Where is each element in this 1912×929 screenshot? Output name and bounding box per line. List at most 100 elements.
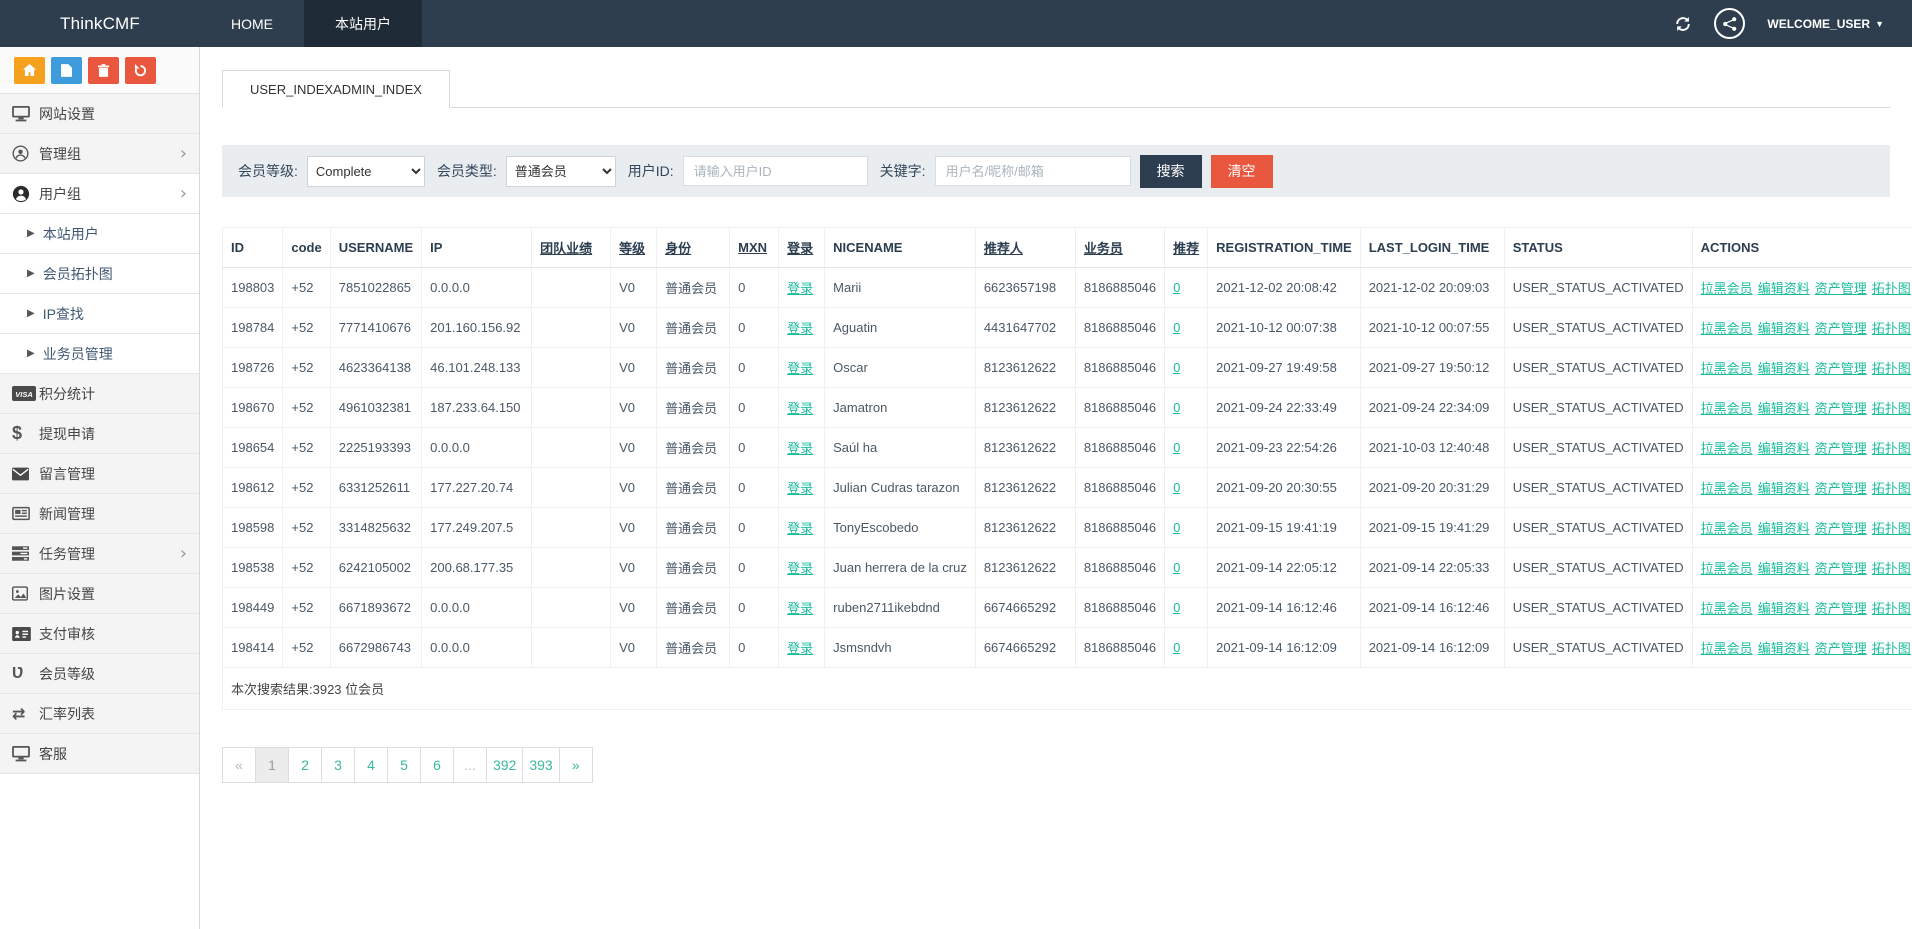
- asset-manage-link[interactable]: 资产管理: [1815, 521, 1867, 536]
- blacklist-member-link[interactable]: 拉黑会员: [1701, 601, 1753, 616]
- login-link[interactable]: 登录: [787, 601, 813, 616]
- file-button[interactable]: [51, 57, 82, 84]
- recommend-link[interactable]: 0: [1173, 280, 1180, 295]
- topology-link[interactable]: 拓扑图: [1872, 401, 1911, 416]
- asset-manage-link[interactable]: 资产管理: [1815, 441, 1867, 456]
- topology-link[interactable]: 拓扑图: [1872, 521, 1911, 536]
- topology-link[interactable]: 拓扑图: [1872, 441, 1911, 456]
- login-link[interactable]: 登录: [787, 401, 813, 416]
- sidebar-item[interactable]: 用户组›: [0, 174, 199, 214]
- topology-link[interactable]: 拓扑图: [1872, 481, 1911, 496]
- topology-link[interactable]: 拓扑图: [1872, 281, 1911, 296]
- column-header-推荐人[interactable]: 推荐人: [975, 228, 1075, 268]
- blacklist-member-link[interactable]: 拉黑会员: [1701, 521, 1753, 536]
- column-header-推荐[interactable]: 推荐: [1165, 228, 1208, 268]
- edit-profile-link[interactable]: 编辑资料: [1758, 601, 1810, 616]
- sidebar-item[interactable]: 管理组›: [0, 134, 199, 174]
- sidebar-item[interactable]: 网站设置: [0, 94, 199, 134]
- recommend-link[interactable]: 0: [1173, 360, 1180, 375]
- page-number[interactable]: 3: [321, 747, 355, 783]
- sidebar-item[interactable]: 任务管理›: [0, 534, 199, 574]
- sidebar-item[interactable]: 新闻管理: [0, 494, 199, 534]
- nav-item[interactable]: HOME: [200, 0, 304, 47]
- sidebar-item[interactable]: Ʋ会员等级: [0, 654, 199, 694]
- blacklist-member-link[interactable]: 拉黑会员: [1701, 321, 1753, 336]
- edit-profile-link[interactable]: 编辑资料: [1758, 481, 1810, 496]
- login-link[interactable]: 登录: [787, 321, 813, 336]
- sidebar-item[interactable]: 留言管理: [0, 454, 199, 494]
- edit-profile-link[interactable]: 编辑资料: [1758, 561, 1810, 576]
- sidebar-item[interactable]: 支付审核: [0, 614, 199, 654]
- login-link[interactable]: 登录: [787, 441, 813, 456]
- login-link[interactable]: 登录: [787, 641, 813, 656]
- edit-profile-link[interactable]: 编辑资料: [1758, 361, 1810, 376]
- page-next[interactable]: »: [559, 747, 593, 783]
- page-number[interactable]: 5: [387, 747, 421, 783]
- column-header-mxn[interactable]: MXN: [730, 228, 779, 268]
- home-button[interactable]: [14, 57, 45, 84]
- login-link[interactable]: 登录: [787, 481, 813, 496]
- edit-profile-link[interactable]: 编辑资料: [1758, 281, 1810, 296]
- edit-profile-link[interactable]: 编辑资料: [1758, 441, 1810, 456]
- topology-link[interactable]: 拓扑图: [1872, 601, 1911, 616]
- asset-manage-link[interactable]: 资产管理: [1815, 361, 1867, 376]
- edit-profile-link[interactable]: 编辑资料: [1758, 521, 1810, 536]
- login-link[interactable]: 登录: [787, 521, 813, 536]
- recommend-link[interactable]: 0: [1173, 640, 1180, 655]
- blacklist-member-link[interactable]: 拉黑会员: [1701, 641, 1753, 656]
- asset-manage-link[interactable]: 资产管理: [1815, 321, 1867, 336]
- blacklist-member-link[interactable]: 拉黑会员: [1701, 361, 1753, 376]
- user-avatar[interactable]: [1714, 8, 1745, 39]
- user-id-input[interactable]: [683, 156, 868, 186]
- recommend-link[interactable]: 0: [1173, 400, 1180, 415]
- page-number[interactable]: 4: [354, 747, 388, 783]
- asset-manage-link[interactable]: 资产管理: [1815, 561, 1867, 576]
- member-level-select[interactable]: Complete: [307, 156, 425, 187]
- sidebar-item[interactable]: ▶业务员管理: [0, 334, 199, 374]
- member-type-select[interactable]: 普通会员: [506, 156, 616, 187]
- tab-user-index[interactable]: USER_INDEXADMIN_INDEX: [222, 70, 450, 108]
- sidebar-item[interactable]: ▶会员拓扑图: [0, 254, 199, 294]
- recommend-link[interactable]: 0: [1173, 560, 1180, 575]
- sidebar-item[interactable]: ▶本站用户: [0, 214, 199, 254]
- sidebar-item[interactable]: VISA积分统计: [0, 374, 199, 414]
- recycle-button[interactable]: [125, 57, 156, 84]
- welcome-user-dropdown[interactable]: WELCOME_USER ▼: [1767, 17, 1884, 31]
- sidebar-item[interactable]: $提现申请: [0, 414, 199, 454]
- clear-button[interactable]: 清空: [1211, 155, 1273, 188]
- keyword-input[interactable]: [935, 156, 1131, 186]
- search-button[interactable]: 搜索: [1140, 155, 1202, 188]
- recommend-link[interactable]: 0: [1173, 480, 1180, 495]
- edit-profile-link[interactable]: 编辑资料: [1758, 641, 1810, 656]
- column-header-业务员[interactable]: 业务员: [1075, 228, 1164, 268]
- asset-manage-link[interactable]: 资产管理: [1815, 641, 1867, 656]
- sidebar-item[interactable]: ⇄汇率列表: [0, 694, 199, 734]
- asset-manage-link[interactable]: 资产管理: [1815, 281, 1867, 296]
- topology-link[interactable]: 拓扑图: [1872, 561, 1911, 576]
- sidebar-item[interactable]: ▶IP查找: [0, 294, 199, 334]
- sidebar-item[interactable]: 客服: [0, 734, 199, 774]
- sidebar-item[interactable]: 图片设置: [0, 574, 199, 614]
- page-number[interactable]: 2: [288, 747, 322, 783]
- asset-manage-link[interactable]: 资产管理: [1815, 601, 1867, 616]
- topology-link[interactable]: 拓扑图: [1872, 321, 1911, 336]
- page-number[interactable]: 392: [486, 747, 523, 783]
- topology-link[interactable]: 拓扑图: [1872, 361, 1911, 376]
- login-link[interactable]: 登录: [787, 281, 813, 296]
- column-header-身份[interactable]: 身份: [657, 228, 730, 268]
- trash-button[interactable]: [88, 57, 119, 84]
- column-header-等级[interactable]: 等级: [611, 228, 657, 268]
- login-link[interactable]: 登录: [787, 361, 813, 376]
- column-header-登录[interactable]: 登录: [779, 228, 825, 268]
- recommend-link[interactable]: 0: [1173, 600, 1180, 615]
- topology-link[interactable]: 拓扑图: [1872, 641, 1911, 656]
- refresh-icon[interactable]: [1674, 16, 1692, 32]
- blacklist-member-link[interactable]: 拉黑会员: [1701, 281, 1753, 296]
- blacklist-member-link[interactable]: 拉黑会员: [1701, 441, 1753, 456]
- page-number[interactable]: 6: [420, 747, 454, 783]
- recommend-link[interactable]: 0: [1173, 440, 1180, 455]
- blacklist-member-link[interactable]: 拉黑会员: [1701, 481, 1753, 496]
- login-link[interactable]: 登录: [787, 561, 813, 576]
- recommend-link[interactable]: 0: [1173, 520, 1180, 535]
- page-number[interactable]: 393: [522, 747, 559, 783]
